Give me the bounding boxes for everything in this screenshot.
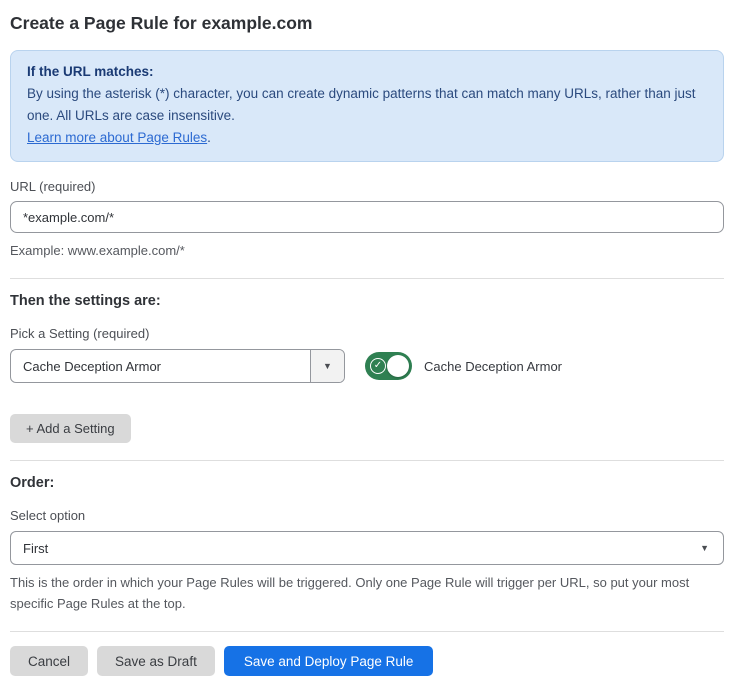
caret-down-icon: ▼ bbox=[323, 362, 332, 371]
url-field-label: URL (required) bbox=[10, 179, 724, 194]
setting-select-arrow-button[interactable]: ▼ bbox=[310, 350, 344, 382]
add-setting-button[interactable]: + Add a Setting bbox=[10, 414, 131, 443]
setting-select[interactable]: Cache Deception Armor ▼ bbox=[10, 349, 345, 383]
setting-row: Cache Deception Armor ▼ ✓ Cache Deceptio… bbox=[10, 349, 724, 383]
save-and-deploy-button[interactable]: Save and Deploy Page Rule bbox=[224, 646, 434, 676]
page-title: Create a Page Rule for example.com bbox=[10, 0, 724, 35]
caret-down-icon: ▼ bbox=[700, 544, 709, 553]
divider bbox=[10, 460, 724, 461]
order-select[interactable]: First ▼ bbox=[10, 531, 724, 565]
cancel-button[interactable]: Cancel bbox=[10, 646, 88, 676]
order-select-value: First bbox=[11, 541, 700, 556]
url-field-helper: Example: www.example.com/* bbox=[10, 240, 724, 261]
info-box-heading: If the URL matches: bbox=[27, 61, 707, 83]
page-rule-form: Create a Page Rule for example.com If th… bbox=[10, 0, 724, 676]
setting-picker-label: Pick a Setting (required) bbox=[10, 326, 724, 341]
check-icon: ✓ bbox=[370, 358, 386, 374]
save-as-draft-button[interactable]: Save as Draft bbox=[97, 646, 215, 676]
divider bbox=[10, 631, 724, 632]
setting-select-value: Cache Deception Armor bbox=[11, 359, 310, 374]
url-match-info-box: If the URL matches: By using the asteris… bbox=[10, 50, 724, 162]
info-box-body-text: By using the asterisk (*) character, you… bbox=[27, 86, 696, 123]
order-section-heading: Order: bbox=[10, 475, 724, 491]
order-select-label: Select option bbox=[10, 508, 724, 523]
toggle-label: Cache Deception Armor bbox=[424, 359, 562, 374]
toggle-knob bbox=[387, 355, 409, 377]
page-rules-learn-more-link[interactable]: Learn more about Page Rules bbox=[27, 130, 207, 145]
cache-deception-armor-toggle[interactable]: ✓ bbox=[365, 352, 412, 380]
divider bbox=[10, 278, 724, 279]
link-suffix: . bbox=[207, 130, 211, 145]
order-select-caret-holder: ▼ bbox=[700, 544, 723, 553]
url-input[interactable] bbox=[10, 201, 724, 233]
info-box-body: By using the asterisk (*) character, you… bbox=[27, 83, 707, 149]
order-helper-text: This is the order in which your Page Rul… bbox=[10, 572, 724, 614]
settings-section-heading: Then the settings are: bbox=[10, 293, 724, 309]
footer-actions: Cancel Save as Draft Save and Deploy Pag… bbox=[10, 646, 724, 676]
